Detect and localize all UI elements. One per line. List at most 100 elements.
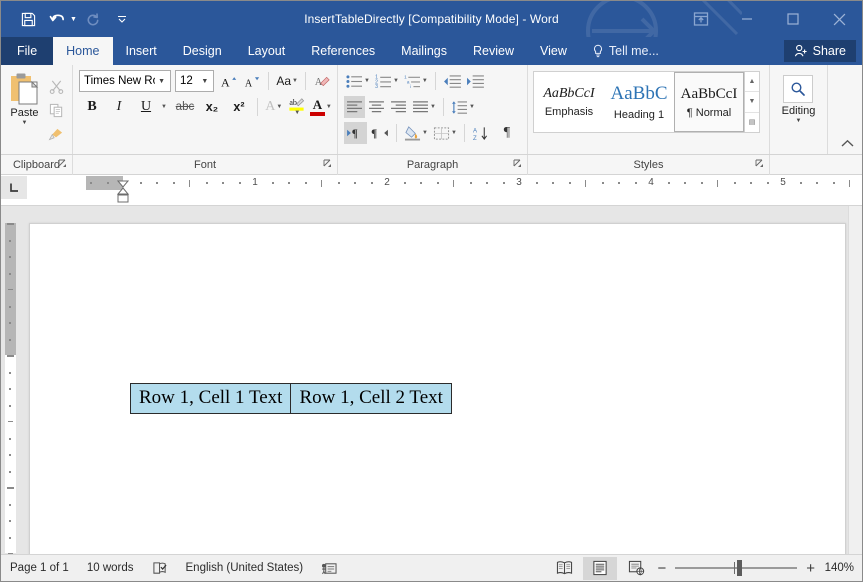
style-normal[interactable]: AaBbCcI ¶ Normal [674,72,744,132]
customize-quick-access-toolbar-button[interactable] [109,6,135,32]
tab-mailings[interactable]: Mailings [388,37,460,65]
format-painter-button[interactable] [44,123,68,145]
web-layout-button[interactable] [619,557,653,580]
tab-stop-selector[interactable] [1,176,28,199]
decrease-indent-icon [443,74,461,89]
editing-button[interactable]: Editing ▼ [782,69,816,154]
page-indicator[interactable]: Page 1 of 1 [1,555,78,582]
tab-view[interactable]: View [527,37,580,65]
ribbon-display-options-button[interactable] [678,1,724,37]
zoom-in-button[interactable]: + [803,561,818,576]
justify-button[interactable]: ▼ [410,96,438,118]
zoom-out-button[interactable]: − [654,561,669,576]
shading-button[interactable]: ▼ [402,122,430,144]
change-case-button[interactable]: Aa ▼ [274,70,300,92]
shrink-font-button[interactable]: A [241,70,263,92]
ltr-text-direction-button[interactable]: ¶ [344,122,367,144]
paste-button[interactable]: Paste ▼ [5,69,44,154]
ruler-track[interactable]: 12345 [28,176,862,199]
paste-dropdown-caret[interactable]: ▼ [22,120,28,126]
zoom-slider[interactable] [675,558,797,578]
line-spacing-button[interactable]: ▼ [449,96,477,118]
show-formatting-marks-button[interactable]: ¶ [497,122,517,144]
ruler-tick [9,273,11,275]
highlight-color-button[interactable]: ab ▼ [286,96,308,118]
style-heading-1[interactable]: AaBbC Heading 1 [604,72,674,132]
tab-home[interactable]: Home [53,37,112,65]
proofing-status-button[interactable] [143,555,177,582]
text-effects-button[interactable]: A ▼ [263,96,285,118]
print-layout-button[interactable] [583,557,617,580]
tab-references[interactable]: References [298,37,388,65]
redo-button[interactable] [80,6,106,32]
collapse-ribbon-button[interactable] [838,134,856,152]
multilevel-list-button[interactable]: 1 a i ▼ [402,70,430,92]
paragraph-dialog-launcher[interactable] [513,159,522,168]
table-row[interactable]: Row 1, Cell 1 Text Row 1, Cell 2 Text [131,384,452,414]
table-cell-r1c2[interactable]: Row 1, Cell 2 Text [291,384,451,414]
style-emphasis[interactable]: AaBbCcI Emphasis [534,72,604,132]
clipboard-dialog-launcher[interactable] [58,159,67,168]
vertical-scrollbar[interactable] [848,206,862,570]
tab-file[interactable]: File [1,37,53,65]
tab-layout[interactable]: Layout [235,37,299,65]
numbering-button[interactable]: 1 2 3 ▼ [373,70,401,92]
accessibility-check-button[interactable] [312,555,346,582]
clear-formatting-button[interactable]: A [311,70,333,92]
ruler-tick [833,182,835,184]
tab-insert[interactable]: Insert [113,37,170,65]
subscript-button[interactable]: x₂ [199,96,225,118]
font-size-combobox[interactable]: 12 ▼ [175,70,214,92]
ruler-tick [9,388,11,390]
undo-button[interactable] [44,6,70,32]
copy-button[interactable] [44,99,68,121]
ruler-tick [470,182,472,184]
styles-scroll-down-button[interactable]: ▼ [745,92,759,112]
word-count[interactable]: 10 words [78,555,143,582]
tab-review[interactable]: Review [460,37,527,65]
align-right-button[interactable] [388,96,409,118]
document-page[interactable]: Row 1, Cell 1 Text Row 1, Cell 2 Text [29,223,846,582]
minimize-button[interactable] [724,1,770,37]
undo-dropdown-caret[interactable]: ▼ [70,16,77,23]
zoom-level-button[interactable]: 140% [818,562,854,574]
close-button[interactable] [816,1,862,37]
share-button[interactable]: Share [784,40,856,62]
cut-button[interactable] [44,75,68,97]
hanging-indent-marker[interactable] [117,182,129,190]
underline-button[interactable]: U [133,96,159,118]
center-button[interactable] [366,96,387,118]
vertical-ruler-track[interactable] [5,223,16,553]
left-indent-marker[interactable] [117,190,129,198]
decrease-indent-button[interactable] [441,70,463,92]
read-mode-button[interactable] [547,557,581,580]
table-cell-r1c1[interactable]: Row 1, Cell 1 Text [131,384,291,414]
save-button[interactable] [15,6,41,32]
increase-indent-button[interactable] [464,70,486,92]
superscript-button[interactable]: x² [226,96,252,118]
font-dialog-launcher[interactable] [323,159,332,168]
editing-dropdown-caret[interactable]: ▼ [796,118,802,124]
styles-dialog-launcher[interactable] [755,159,764,168]
tell-me-search[interactable]: Tell me... [580,37,669,65]
bold-button[interactable]: B [79,96,105,118]
tab-design[interactable]: Design [170,37,235,65]
bullets-button[interactable]: ▼ [344,70,372,92]
document-table[interactable]: Row 1, Cell 1 Text Row 1, Cell 2 Text [130,383,452,414]
font-color-button[interactable]: A ▼ [309,96,333,118]
sort-button[interactable]: A Z [470,122,491,144]
grow-font-button[interactable]: A [218,70,240,92]
italic-button[interactable]: I [106,96,132,118]
align-left-button[interactable] [344,96,365,118]
borders-button[interactable]: ▼ [431,122,459,144]
zoom-slider-track [675,567,797,569]
font-name-combobox[interactable]: Times New Ro ▼ [79,70,171,92]
underline-dropdown-caret[interactable]: ▼ [161,104,167,110]
styles-scroll-up-button[interactable]: ▲ [745,72,759,92]
styles-more-button[interactable]: ▤ [745,113,759,132]
strikethrough-button[interactable]: abc [172,96,198,118]
rtl-text-direction-button[interactable]: ¶ [368,122,391,144]
maximize-button[interactable] [770,1,816,37]
zoom-slider-thumb[interactable] [737,560,742,576]
language-indicator[interactable]: English (United States) [177,555,313,582]
